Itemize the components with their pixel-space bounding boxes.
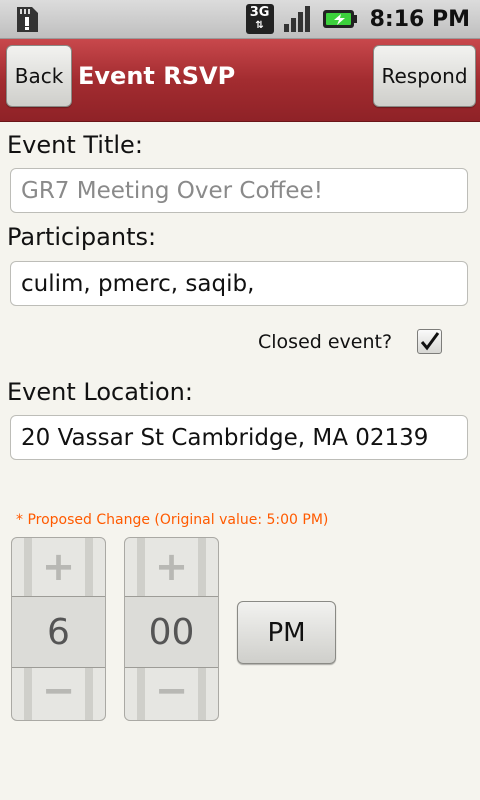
hour-spinner[interactable]: + 6 − xyxy=(11,537,106,721)
participants-label: Participants: xyxy=(7,223,157,251)
hour-increment-button[interactable]: + xyxy=(12,538,105,596)
checkmark-icon xyxy=(420,332,440,351)
data-arrows-icon: ⇅ xyxy=(255,20,264,31)
event-location-label: Event Location: xyxy=(7,378,193,406)
event-title-input[interactable]: GR7 Meeting Over Coffee! xyxy=(10,168,468,213)
minute-spinner[interactable]: + 00 − xyxy=(124,537,219,721)
page-title: Event RSVP xyxy=(78,62,236,90)
event-title-label: Event Title: xyxy=(7,131,143,159)
closed-event-label: Closed event? xyxy=(258,331,393,353)
event-location-input[interactable]: 20 Vassar St Cambridge, MA 02139 xyxy=(10,415,468,460)
3g-icon: 3G ⇅ xyxy=(245,4,274,34)
minute-increment-button[interactable]: + xyxy=(125,538,218,596)
sd-card-alert-icon xyxy=(17,7,38,32)
status-bar: 3G ⇅ 8:16 PM xyxy=(0,0,480,39)
clock-time: 8:16 PM xyxy=(369,6,470,32)
closed-event-checkbox[interactable] xyxy=(417,329,442,354)
ampm-toggle-button[interactable]: PM xyxy=(237,601,336,664)
status-icons: 3G ⇅ 8:16 PM xyxy=(245,0,470,38)
participants-input[interactable]: culim, pmerc, saqib, xyxy=(10,261,468,306)
minute-decrement-button[interactable]: − xyxy=(125,662,218,720)
respond-button[interactable]: Respond xyxy=(373,45,476,107)
title-bar: Back Event RSVP Respond xyxy=(0,39,480,122)
network-type: 3G xyxy=(249,5,270,20)
back-button[interactable]: Back xyxy=(6,45,72,107)
hour-decrement-button[interactable]: − xyxy=(12,662,105,720)
hour-value[interactable]: 6 xyxy=(12,596,105,668)
signal-icon xyxy=(283,6,310,32)
minute-value[interactable]: 00 xyxy=(125,596,218,668)
battery-charging-icon xyxy=(322,10,357,28)
proposed-change-note: * Proposed Change (Original value: 5:00 … xyxy=(16,512,329,528)
